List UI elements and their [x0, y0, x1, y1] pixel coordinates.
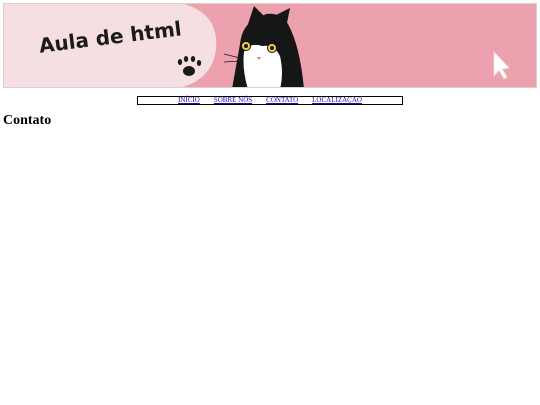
banner-graphic: Aula de html — [4, 4, 536, 87]
nav-link-localizacao[interactable]: LOCALIZAÇÃO — [312, 97, 362, 104]
nav-link-sobre-nos[interactable]: SOBRE NÓS — [214, 97, 252, 104]
nav-link-contato[interactable]: CONTATO — [266, 97, 298, 104]
page: Aula de html INÍCIO SOBRE NÓS CONTATO LO… — [0, 0, 540, 405]
nav-link-inicio[interactable]: INÍCIO — [178, 97, 200, 104]
main-navigation: INÍCIO SOBRE NÓS CONTATO LOCALIZAÇÃO — [137, 96, 403, 105]
page-title: Contato — [3, 113, 52, 128]
header-banner: Aula de html — [3, 3, 537, 88]
